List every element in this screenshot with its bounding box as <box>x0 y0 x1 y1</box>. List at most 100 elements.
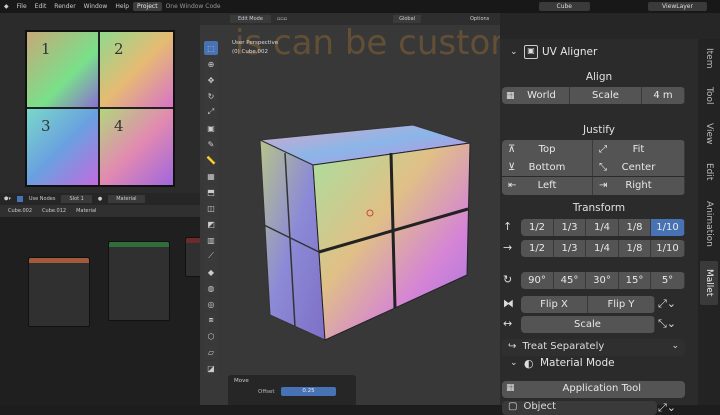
menu-window[interactable]: Window <box>80 3 112 10</box>
justify-bottom-button[interactable]: ⊻ Bottom <box>502 158 593 177</box>
align-top-icon: ⊼ <box>508 143 516 155</box>
node-breadcrumb: Cube.002 Cube.012 Material <box>0 205 200 217</box>
uv-textured-cube[interactable] <box>255 125 475 345</box>
rotate-45-button[interactable]: 45° <box>554 272 586 289</box>
menu-render[interactable]: Render <box>50 3 79 10</box>
select-mode-icons[interactable]: ▫▫▫ <box>277 16 287 22</box>
knife-tool-icon[interactable]: ⟋ <box>204 249 218 263</box>
tab-item[interactable]: Item <box>700 43 718 73</box>
panel-collapse-chevron-icon[interactable]: ⌄ <box>510 47 518 57</box>
vfrac-1-3-button[interactable]: 1/3 <box>554 219 586 236</box>
select-tool-icon[interactable]: ⬚ <box>204 41 218 55</box>
rotate-tool-icon[interactable]: ↻ <box>204 89 218 103</box>
bevel-tool-icon[interactable]: ◩ <box>204 217 218 231</box>
menu-edit[interactable]: Edit <box>31 3 51 10</box>
breadcrumb-material[interactable]: Material <box>76 208 96 214</box>
add-cube-tool-icon[interactable]: ▦ <box>204 169 218 183</box>
smooth-tool-icon[interactable]: ◎ <box>204 297 218 311</box>
node-canvas[interactable] <box>0 217 200 405</box>
menu-file[interactable]: File <box>13 3 31 10</box>
last-operator-panel[interactable]: Move Offset 0.25 <box>228 375 356 405</box>
dropdown-chevron-icon: ⌄ <box>671 341 679 351</box>
scale-tool-icon[interactable]: ⤢ <box>204 105 218 119</box>
loopcut-tool-icon[interactable]: ▥ <box>204 233 218 247</box>
hfrac-1-4-button[interactable]: 1/4 <box>586 240 619 257</box>
justify-center-button[interactable]: ⤡ Center <box>593 158 685 177</box>
justify-right-button[interactable]: ⇥ Right <box>593 176 685 195</box>
menu-help[interactable]: Help <box>111 3 133 10</box>
hfrac-1-8-button[interactable]: 1/8 <box>619 240 651 257</box>
measure-tool-icon[interactable]: 📏 <box>204 153 218 167</box>
rotate-30-button[interactable]: 30° <box>586 272 619 289</box>
3d-viewport[interactable]: is can be customized Edit Mode ▫▫▫ Globa… <box>200 13 500 405</box>
application-tool-button[interactable]: ▦ Application Tool <box>502 381 685 398</box>
shear-tool-icon[interactable]: ▱ <box>204 345 218 359</box>
move-tool-icon[interactable]: ✥ <box>204 73 218 87</box>
material-sphere-icon: ◐ <box>524 357 534 370</box>
tab-view[interactable]: View <box>700 119 718 149</box>
vfrac-1-10-button[interactable]: 1/10 <box>651 219 685 236</box>
mode-selector[interactable]: Edit Mode <box>230 15 271 23</box>
tab-edit[interactable]: Edit <box>700 157 718 187</box>
material-collapse-chevron-icon[interactable]: ⌄ <box>510 358 518 368</box>
image-texture-node[interactable] <box>28 257 90 327</box>
object-selector[interactable]: ▢ Object <box>502 401 657 415</box>
inset-tool-icon[interactable]: ◫ <box>204 201 218 215</box>
panel-title: UV Aligner <box>542 46 598 58</box>
justify-fit-button[interactable]: ⤢ Fit <box>593 140 685 158</box>
material-output-node[interactable] <box>185 237 200 277</box>
uv-quad-4: 4 <box>100 108 173 185</box>
workspace-tab-project[interactable]: Project <box>133 2 162 11</box>
offset-field[interactable]: 0.25 <box>281 387 336 396</box>
treat-icon: ↪ <box>508 341 517 352</box>
options-menu[interactable]: Options <box>470 16 489 22</box>
rotate-90-button[interactable]: 90° <box>521 272 554 289</box>
transform-tool-icon[interactable]: ▣ <box>204 121 218 135</box>
tab-mallet[interactable]: Mallet <box>700 261 718 305</box>
spin-tool-icon[interactable]: ◍ <box>204 281 218 295</box>
justify-left-button[interactable]: ⇤ Left <box>502 176 593 195</box>
hfrac-1-2-button[interactable]: 1/2 <box>521 240 554 257</box>
flip-y-button[interactable]: Flip Y <box>588 296 655 313</box>
scale-value-field[interactable]: 4 m <box>642 87 685 104</box>
blender-logo-icon[interactable]: ◆ <box>0 3 13 10</box>
edge-slide-tool-icon[interactable]: ⧈ <box>204 313 218 327</box>
shrink-tool-icon[interactable]: ⬡ <box>204 329 218 343</box>
workspace-tab-code[interactable]: One Window Code <box>162 2 225 11</box>
viewlayer-selector[interactable]: ViewLayer <box>648 2 707 11</box>
scale-button[interactable]: Scale <box>521 316 655 333</box>
editor-type-icon[interactable]: ⬢▾ <box>4 196 11 202</box>
breadcrumb-mesh[interactable]: Cube.012 <box>42 208 66 214</box>
treat-separately-dropdown[interactable]: ↪ Treat Separately ⌄ <box>502 339 685 356</box>
scale-label: Scale <box>570 87 642 104</box>
flip-x-button[interactable]: Flip X <box>521 296 588 313</box>
tab-animation[interactable]: Animation <box>700 195 718 253</box>
justify-top-button[interactable]: ⊼ Top <box>502 140 593 158</box>
flip-row: Flip X Flip Y <box>521 296 655 313</box>
uv-texture-image[interactable]: 1 2 3 4 <box>25 30 175 187</box>
diagonal-shrink-icon[interactable]: ⤡⌄ <box>658 317 676 331</box>
world-space-button[interactable]: ▦ World <box>502 87 570 104</box>
scene-selector[interactable]: Cube <box>538 2 590 11</box>
cursor-tool-icon[interactable]: ⊕ <box>204 57 218 71</box>
rotate-5-button[interactable]: 5° <box>651 272 685 289</box>
transform-orientation[interactable]: Global <box>393 15 422 23</box>
vfrac-1-4-button[interactable]: 1/4 <box>586 219 619 236</box>
material-selector[interactable]: Material <box>108 195 145 203</box>
principled-bsdf-node[interactable] <box>108 241 170 321</box>
rip-tool-icon[interactable]: ◪ <box>204 361 218 375</box>
vfrac-1-8-button[interactable]: 1/8 <box>619 219 651 236</box>
polybuild-tool-icon[interactable]: ◆ <box>204 265 218 279</box>
tab-tool[interactable]: Tool <box>700 81 718 111</box>
hfrac-1-10-button[interactable]: 1/10 <box>651 240 685 257</box>
slot-selector[interactable]: Slot 1 <box>61 195 92 203</box>
rotate-15-button[interactable]: 15° <box>619 272 651 289</box>
vfrac-1-2-button[interactable]: 1/2 <box>521 219 554 236</box>
breadcrumb-object[interactable]: Cube.002 <box>8 208 32 214</box>
use-nodes-checkbox[interactable] <box>16 196 23 202</box>
hfrac-1-3-button[interactable]: 1/3 <box>554 240 586 257</box>
annotate-tool-icon[interactable]: ✎ <box>204 137 218 151</box>
extrude-tool-icon[interactable]: ⬒ <box>204 185 218 199</box>
diagonal-expand-icon[interactable]: ⤢⌄ <box>658 297 676 311</box>
object-expand-icon[interactable]: ⤢⌄ <box>658 401 676 415</box>
